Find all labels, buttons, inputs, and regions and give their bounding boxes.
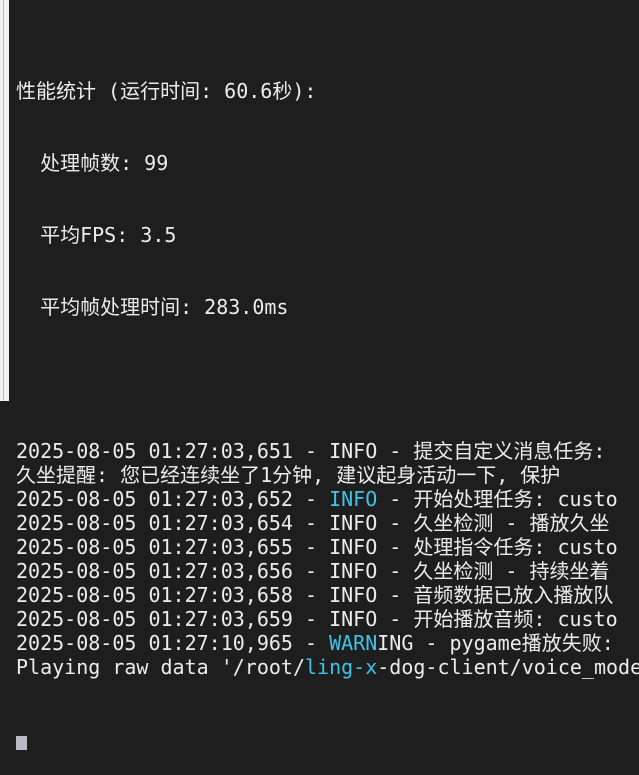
log-text: 2025-08-05 01:27:10,965 - (16, 631, 330, 655)
log-text: 2025-08-05 01:27:03,656 - (16, 559, 330, 583)
window-edge (0, 0, 9, 401)
log-text: 2025-08-05 01:27:03,655 - (16, 535, 330, 559)
log-line: 久坐提醒: 您已经连续坐了1分钟, 建议起身活动一下, 保护 (16, 463, 639, 487)
log-line: 2025-08-05 01:27:03,651 - INFO - 提交自定义消息… (16, 439, 639, 463)
log-line: 2025-08-05 01:27:03,656 - INFO - 久坐检测 - … (16, 559, 639, 583)
log-line: 2025-08-05 01:27:10,965 - WARNING - pyga… (16, 631, 639, 655)
log-line: 2025-08-05 01:27:03,652 - INFO - 开始处理任务:… (16, 487, 639, 511)
selection-highlight: WARN (329, 631, 378, 655)
log-text: INFO - 久坐检测 - 播放久坐 (329, 511, 610, 535)
log-line: Playing raw data '/root/ling-x-dog-clien… (16, 655, 639, 679)
log-text: Playing raw data '/root/ (16, 655, 305, 679)
log-text: INFO - 音频数据已放入播放队 (329, 583, 614, 607)
terminal-output[interactable]: 性能统计 (运行时间: 60.6秒): 处理帧数: 99 平均FPS: 3.5 … (16, 31, 639, 775)
log-text: INFO - 久坐检测 - 持续坐着 (329, 559, 610, 583)
log-text: INFO - 提交自定义消息任务: (329, 439, 618, 463)
stats-avg-time: 平均帧处理时间: 283.0ms (16, 295, 289, 319)
log-text: ING - pygame播放失败: (377, 631, 626, 655)
log-text: 2025-08-05 01:27:03,652 - (16, 487, 330, 511)
stats-fps: 平均FPS: 3.5 (16, 223, 177, 247)
log-text: INFO - 开始播放音频: custo (329, 607, 618, 631)
stats-header: 性能统计 (运行时间: 60.6秒): (16, 79, 317, 103)
log-text: INFO - 处理指令任务: custo (329, 535, 618, 559)
log-text: 久坐提醒: 您已经连续坐了1分钟, 建议起身活动一下, 保护 (16, 463, 561, 487)
log-text: 2025-08-05 01:27:03,654 - (16, 511, 330, 535)
log-text: - 开始处理任务: custo (377, 487, 618, 511)
stats-frames: 处理帧数: 99 (16, 151, 169, 175)
log-text: 2025-08-05 01:27:03,658 - (16, 583, 330, 607)
selection-highlight: INFO (329, 487, 378, 511)
log-text: 2025-08-05 01:27:03,659 - (16, 607, 330, 631)
prompt-line (16, 727, 639, 751)
log-text: -dog-client/voice_mode (377, 655, 639, 679)
selection-highlight: ling-x (304, 655, 378, 679)
log-line: 2025-08-05 01:27:03,655 - INFO - 处理指令任务:… (16, 535, 639, 559)
log-line: 2025-08-05 01:27:03,658 - INFO - 音频数据已放入… (16, 583, 639, 607)
cursor (16, 736, 27, 750)
log-line: 2025-08-05 01:27:03,659 - INFO - 开始播放音频:… (16, 607, 639, 631)
log-line: 2025-08-05 01:27:03,654 - INFO - 久坐检测 - … (16, 511, 639, 535)
log-text: 2025-08-05 01:27:03,651 - (16, 439, 330, 463)
